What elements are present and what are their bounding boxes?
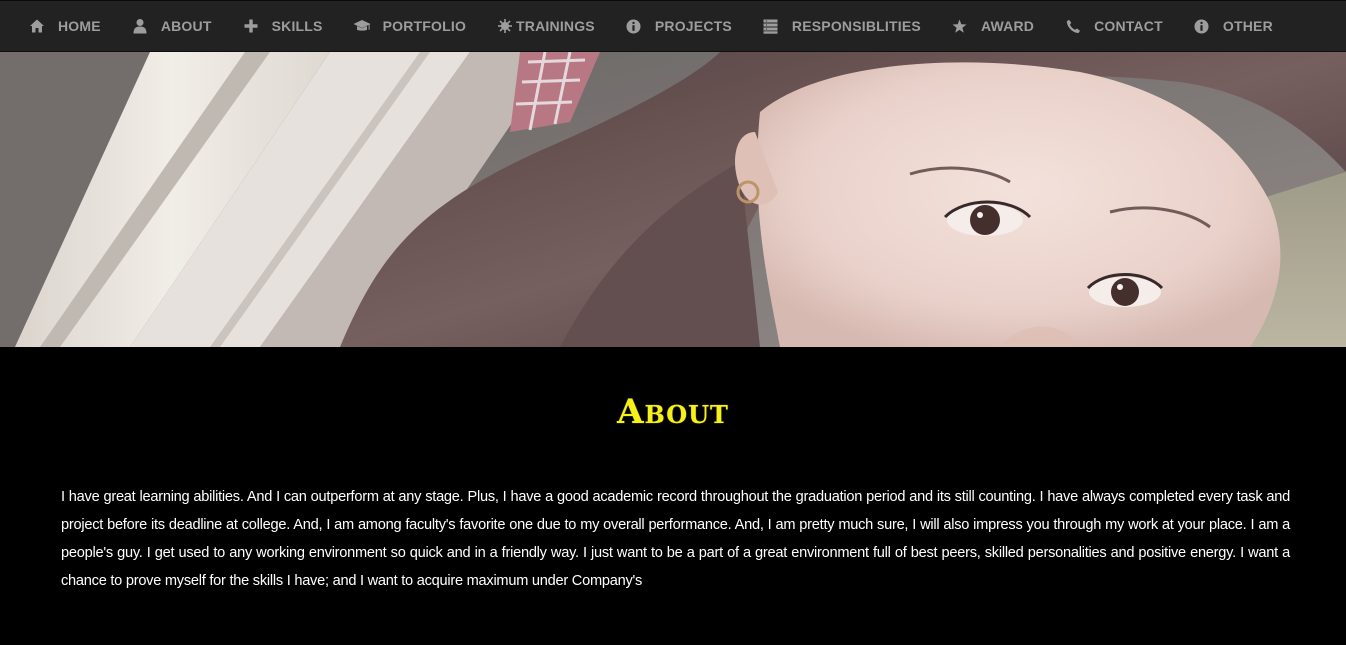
nav-home[interactable]: HOME	[28, 17, 101, 35]
info-icon	[625, 17, 643, 35]
about-title: About	[617, 392, 729, 432]
nav-responsibilities[interactable]: RESPONSIBLITIES	[762, 17, 921, 35]
nav-contact[interactable]: CONTACT	[1064, 17, 1163, 35]
about-section: About I have great learning abilities. A…	[0, 347, 1346, 645]
nav-about-label: ABOUT	[160, 18, 212, 34]
nav-portfolio-label: PORTFOLIO	[382, 18, 467, 34]
nav-contact-label: CONTACT	[1094, 18, 1163, 34]
nav-skills[interactable]: SKILLS	[242, 17, 323, 35]
nav-award[interactable]: AWARD	[951, 17, 1034, 35]
top-navbar: HOME ABOUT SKILLS PORTFOLIO TRAININGS PR…	[0, 0, 1346, 52]
plus-icon	[242, 17, 260, 35]
nav-about[interactable]: ABOUT	[131, 17, 212, 35]
nav-skills-label: SKILLS	[271, 18, 323, 34]
nav-other-label: OTHER	[1222, 18, 1273, 34]
asterisk-icon	[496, 17, 514, 35]
nav-home-label: HOME	[58, 18, 101, 34]
info-icon	[1193, 17, 1211, 35]
graduation-cap-icon	[353, 17, 371, 35]
nav-other[interactable]: OTHER	[1193, 17, 1273, 35]
nav-trainings[interactable]: TRAININGS	[496, 17, 595, 35]
about-paragraph: I have great learning abilities. And I c…	[61, 489, 1290, 589]
home-icon	[28, 17, 46, 35]
nav-projects-label: PROJECTS	[654, 18, 732, 34]
hero-photo	[0, 52, 1346, 347]
nav-award-label: AWARD	[980, 18, 1035, 34]
nav-responsibilities-label: RESPONSIBLITIES	[791, 18, 921, 34]
star-icon	[951, 17, 969, 35]
list-icon	[762, 17, 780, 35]
phone-icon	[1064, 17, 1082, 35]
nav-portfolio[interactable]: PORTFOLIO	[353, 17, 466, 35]
user-icon	[131, 17, 149, 35]
nav-trainings-label: TRAININGS	[516, 18, 595, 34]
nav-projects[interactable]: PROJECTS	[625, 17, 732, 35]
